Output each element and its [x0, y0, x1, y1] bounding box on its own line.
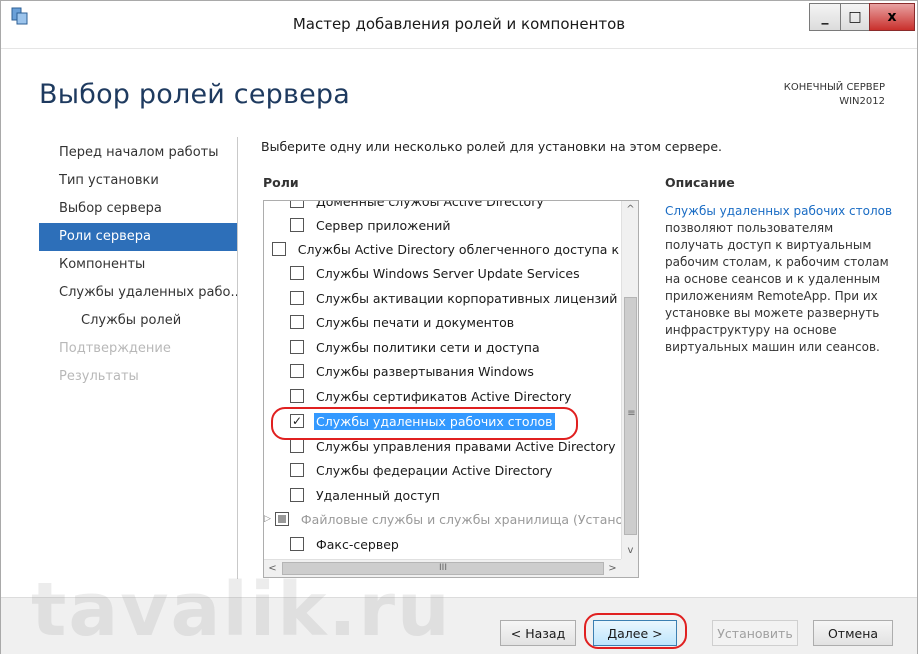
- role-checkbox[interactable]: [290, 340, 304, 354]
- destination-server-label: КОНЕЧНЫЙ СЕРВЕР: [783, 82, 885, 93]
- description-text: позволяют пользователям получать доступ …: [665, 221, 889, 354]
- role-checkbox-checked[interactable]: ✓: [290, 414, 304, 428]
- role-item[interactable]: Службы печати и документов: [264, 310, 621, 334]
- role-label: Службы управления правами Active Directo…: [316, 438, 616, 454]
- role-label: Службы Windows Server Update Services: [316, 265, 580, 281]
- role-label: Службы Active Directory облегченного дос…: [297, 241, 619, 257]
- nav-item-confirmation: Подтверждение: [59, 341, 171, 356]
- role-item[interactable]: Службы федерации Active Directory: [264, 458, 621, 482]
- role-label: Службы развертывания Windows: [316, 363, 534, 379]
- role-checkbox[interactable]: [290, 315, 304, 329]
- role-label: Файловые службы и службы хранилища (Уста…: [300, 511, 621, 527]
- back-button[interactable]: < Назад: [500, 620, 576, 646]
- role-item[interactable]: Службы управления правами Active Directo…: [264, 434, 621, 458]
- role-checkbox[interactable]: [290, 389, 304, 403]
- grip-icon: ≡: [627, 408, 636, 419]
- role-checkbox[interactable]: [290, 439, 304, 453]
- role-item[interactable]: Службы сертификатов Active Directory: [264, 384, 621, 408]
- role-label: Факс-сервер: [316, 536, 399, 552]
- scroll-left-icon[interactable]: <: [264, 560, 281, 577]
- roles-list[interactable]: Доменные службы Active Directory Сервер …: [263, 200, 639, 578]
- nav-item-server-roles[interactable]: Роли сервера: [39, 223, 237, 251]
- role-checkbox[interactable]: [290, 488, 304, 502]
- role-label: Удаленный доступ: [316, 487, 440, 503]
- role-item[interactable]: Доменные службы Active Directory: [264, 201, 621, 213]
- role-item[interactable]: Службы политики сети и доступа: [264, 335, 621, 359]
- scroll-up-icon[interactable]: ^: [622, 201, 638, 218]
- roles-heading: Роли: [263, 175, 299, 190]
- role-label: Службы печати и документов: [316, 314, 515, 330]
- role-label: Службы федерации Active Directory: [316, 462, 553, 478]
- nav-item-server-selection[interactable]: Выбор сервера: [39, 195, 237, 223]
- role-label: Службы сертификатов Active Directory: [316, 388, 572, 404]
- window-title: Мастер добавления ролей и компонентов: [292, 15, 626, 33]
- role-item[interactable]: Службы Windows Server Update Services: [264, 261, 621, 285]
- nav-item-role-services[interactable]: Службы ролей: [39, 307, 237, 335]
- role-item[interactable]: Удаленный доступ: [264, 483, 621, 507]
- role-checkbox[interactable]: [290, 218, 304, 232]
- scroll-right-icon[interactable]: >: [604, 560, 621, 577]
- role-description: Службы удаленных рабочих столов позволяю…: [665, 203, 895, 356]
- grip-icon: III: [439, 563, 447, 573]
- nav-item-installation-type[interactable]: Тип установки: [39, 167, 237, 195]
- role-item[interactable]: Факс-сервер: [264, 532, 621, 556]
- role-checkbox[interactable]: [290, 537, 304, 551]
- nav-divider: [237, 137, 238, 579]
- destination-server: КОНЕЧНЫЙ СЕРВЕР WIN2012: [784, 81, 885, 109]
- horizontal-scrollbar[interactable]: < III >: [264, 559, 621, 577]
- role-checkbox[interactable]: [290, 201, 304, 208]
- vertical-scrollbar[interactable]: ^ ≡ v: [621, 201, 638, 559]
- role-item[interactable]: ▷ Файловые службы и службы хранилища (Ус…: [264, 507, 621, 531]
- role-label: Сервер приложений: [316, 217, 451, 233]
- role-label: Доменные службы Active Directory: [316, 201, 544, 209]
- role-label: Службы удаленных рабочих столов: [314, 412, 555, 430]
- role-item[interactable]: Сервер приложений: [264, 213, 621, 237]
- hscroll-thumb[interactable]: III: [282, 562, 604, 575]
- description-link[interactable]: Службы удаленных рабочих столов: [665, 204, 892, 218]
- cancel-button[interactable]: Отмена: [813, 620, 893, 646]
- role-checkbox-partial: [274, 512, 289, 526]
- role-checkbox[interactable]: [290, 291, 304, 305]
- role-label: Службы политики сети и доступа: [316, 339, 540, 355]
- destination-server-name: WIN2012: [839, 96, 885, 107]
- role-item[interactable]: Службы Active Directory облегченного дос…: [264, 237, 621, 261]
- role-checkbox[interactable]: [290, 463, 304, 477]
- scrollbar-corner: [621, 559, 638, 577]
- role-checkbox[interactable]: [271, 242, 286, 256]
- nav-item-features[interactable]: Компоненты: [39, 251, 237, 279]
- scroll-down-icon[interactable]: v: [622, 542, 638, 559]
- nav-item-remote-desktop-services[interactable]: Службы удаленных рабо...: [39, 279, 237, 307]
- install-button: Установить: [712, 620, 798, 646]
- maximize-button[interactable]: □: [840, 3, 870, 31]
- role-item[interactable]: Службы активации корпоративных лицензий: [264, 286, 621, 310]
- minimize-button[interactable]: _: [809, 3, 841, 31]
- wizard-window: Мастер добавления ролей и компонентов _ …: [0, 0, 918, 654]
- page-title: Выбор ролей сервера: [39, 79, 350, 110]
- title-bar[interactable]: Мастер добавления ролей и компонентов _ …: [1, 1, 917, 49]
- next-button[interactable]: Далее >: [593, 620, 677, 646]
- description-heading: Описание: [665, 175, 735, 190]
- wizard-nav: Перед началом работы Тип установки Выбор…: [39, 139, 237, 391]
- close-button[interactable]: x: [869, 3, 915, 31]
- role-checkbox[interactable]: [290, 266, 304, 280]
- role-item-remote-desktop-services[interactable]: ✓ Службы удаленных рабочих столов: [264, 409, 621, 433]
- expand-arrow-icon[interactable]: ▷: [264, 514, 271, 524]
- role-checkbox[interactable]: [290, 364, 304, 378]
- role-item[interactable]: Службы развертывания Windows: [264, 359, 621, 383]
- nav-item-results: Результаты: [59, 369, 139, 384]
- role-label: Службы активации корпоративных лицензий: [316, 290, 618, 306]
- instruction-text: Выберите одну или несколько ролей для ус…: [261, 139, 723, 154]
- nav-item-before-you-begin[interactable]: Перед началом работы: [39, 139, 237, 167]
- scroll-thumb[interactable]: ≡: [624, 297, 637, 535]
